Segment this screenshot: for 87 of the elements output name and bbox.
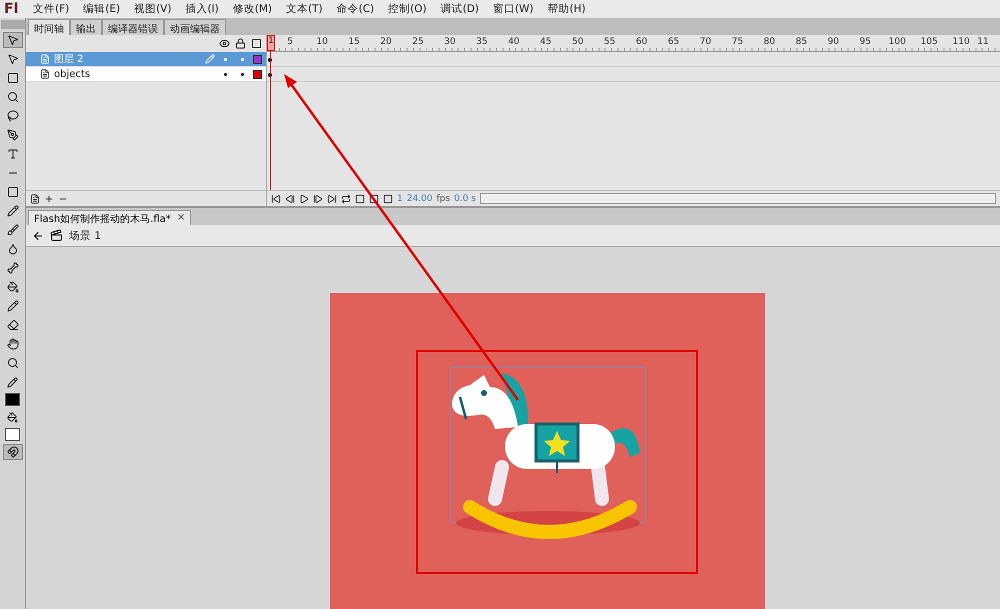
snap-button[interactable] <box>2 444 22 460</box>
menu-item[interactable]: 插入(I) <box>178 2 226 16</box>
scene-name[interactable]: 场景 1 <box>69 228 102 242</box>
brush-icon[interactable] <box>6 224 18 236</box>
pencil-icon[interactable] <box>7 376 18 388</box>
eye-icon <box>219 38 230 49</box>
menu-item[interactable]: 命令(C) <box>330 2 382 16</box>
eraser-icon[interactable] <box>6 319 18 331</box>
current-frame: 1 <box>397 194 403 204</box>
close-button[interactable]: × <box>176 212 186 224</box>
playhead[interactable]: 1 <box>267 35 275 51</box>
menu-item[interactable]: 调试(D) <box>434 2 486 16</box>
step-back-icon <box>285 194 295 204</box>
menu-item[interactable]: 窗口(W) <box>486 2 540 16</box>
frame-number: 5 <box>287 37 294 47</box>
frame-number: 105 <box>920 37 938 47</box>
layer-icon <box>40 69 50 79</box>
paint-bucket-icon[interactable] <box>6 281 18 293</box>
timeline-scrollbar[interactable] <box>480 193 996 204</box>
stroke-color-swatch[interactable] <box>5 393 20 406</box>
frame-number: 85 <box>796 37 808 47</box>
frame-number: 70 <box>700 37 712 47</box>
outline-icon <box>251 38 262 49</box>
plus-icon <box>44 194 54 204</box>
frame-number: 110 <box>952 37 970 47</box>
frame-number: 100 <box>888 37 906 47</box>
frame-number: 90 <box>828 37 840 47</box>
pencil-icon[interactable] <box>6 205 18 217</box>
menu-item[interactable]: 修改(M) <box>226 2 280 16</box>
frame-number: 20 <box>380 37 392 47</box>
pen-icon[interactable] <box>6 129 18 141</box>
menu-item[interactable]: 文件(F) <box>26 2 76 16</box>
fill-color-swatch[interactable] <box>5 428 20 441</box>
frame-number: 75 <box>732 37 744 47</box>
elapsed-time: 0.0 s <box>454 194 476 204</box>
play-icon <box>299 194 309 204</box>
paint-bucket-icon[interactable] <box>7 412 18 422</box>
document-tab[interactable]: Flash如何制作摇动的木马.fla* × <box>28 210 192 225</box>
pointer-icon <box>6 34 18 46</box>
layer-row[interactable]: objects <box>26 67 266 82</box>
frame-number: 30 <box>444 37 456 47</box>
panel-tab[interactable]: 动画编辑器 <box>164 19 226 35</box>
frame-number: 45 <box>540 37 552 47</box>
frame-ruler[interactable]: 1 5 10 15 20 25 30 35 40 45 50 55 60 65 70 75 80 85 90 95 100 105 110 11 <box>267 35 1000 52</box>
menu-item[interactable]: 视图(V) <box>127 2 178 16</box>
lock-icon <box>235 38 246 49</box>
rectangle-icon[interactable] <box>6 186 18 198</box>
frame-number: 35 <box>476 37 488 47</box>
hand-icon[interactable] <box>6 338 18 350</box>
menu-item[interactable]: 控制(O) <box>381 2 434 16</box>
frame-number: 50 <box>572 37 584 47</box>
new-layer-icon <box>30 194 40 204</box>
layer-icon <box>40 54 50 64</box>
frame-number: 60 <box>636 37 648 47</box>
frame-number: 11 <box>977 37 989 47</box>
step-forward-icon <box>313 194 323 204</box>
layer-name: objects <box>54 68 92 80</box>
subselection-icon[interactable] <box>6 53 18 65</box>
menu-item[interactable]: 编辑(E) <box>76 2 128 16</box>
loop-icon <box>341 194 351 204</box>
first-frame-icon <box>271 194 281 204</box>
bone-icon[interactable] <box>6 262 18 274</box>
frame-number: 65 <box>668 37 680 47</box>
panel-tab[interactable]: 输出 <box>70 19 102 35</box>
lasso-icon[interactable] <box>6 110 18 122</box>
app-logo: Fl <box>3 1 20 17</box>
selection-tool-button[interactable] <box>2 32 22 48</box>
pencil-icon <box>205 54 215 64</box>
clapperboard-icon <box>50 229 63 242</box>
last-frame-icon <box>327 194 337 204</box>
frame-number: 40 <box>508 37 520 47</box>
panel-tab[interactable]: 时间轴 <box>28 19 70 35</box>
panel-tab[interactable]: 编译器错误 <box>102 19 164 35</box>
frame-number: 25 <box>412 37 424 47</box>
frame-number: 55 <box>604 37 616 47</box>
frame-number: 15 <box>348 37 360 47</box>
frame-number: 10 <box>316 37 328 47</box>
menu-item[interactable]: 文本(T) <box>279 2 330 16</box>
menu-item[interactable]: 帮助(H) <box>540 2 593 16</box>
back-arrow-icon <box>32 230 44 242</box>
layer-name: 图层 2 <box>54 53 85 66</box>
zoom-icon[interactable] <box>6 357 18 369</box>
magnet-icon <box>6 446 18 458</box>
fps-label: fps <box>436 194 450 204</box>
frame-number: 80 <box>764 37 776 47</box>
text-icon[interactable] <box>6 148 18 160</box>
frame-number: 95 <box>860 37 871 47</box>
